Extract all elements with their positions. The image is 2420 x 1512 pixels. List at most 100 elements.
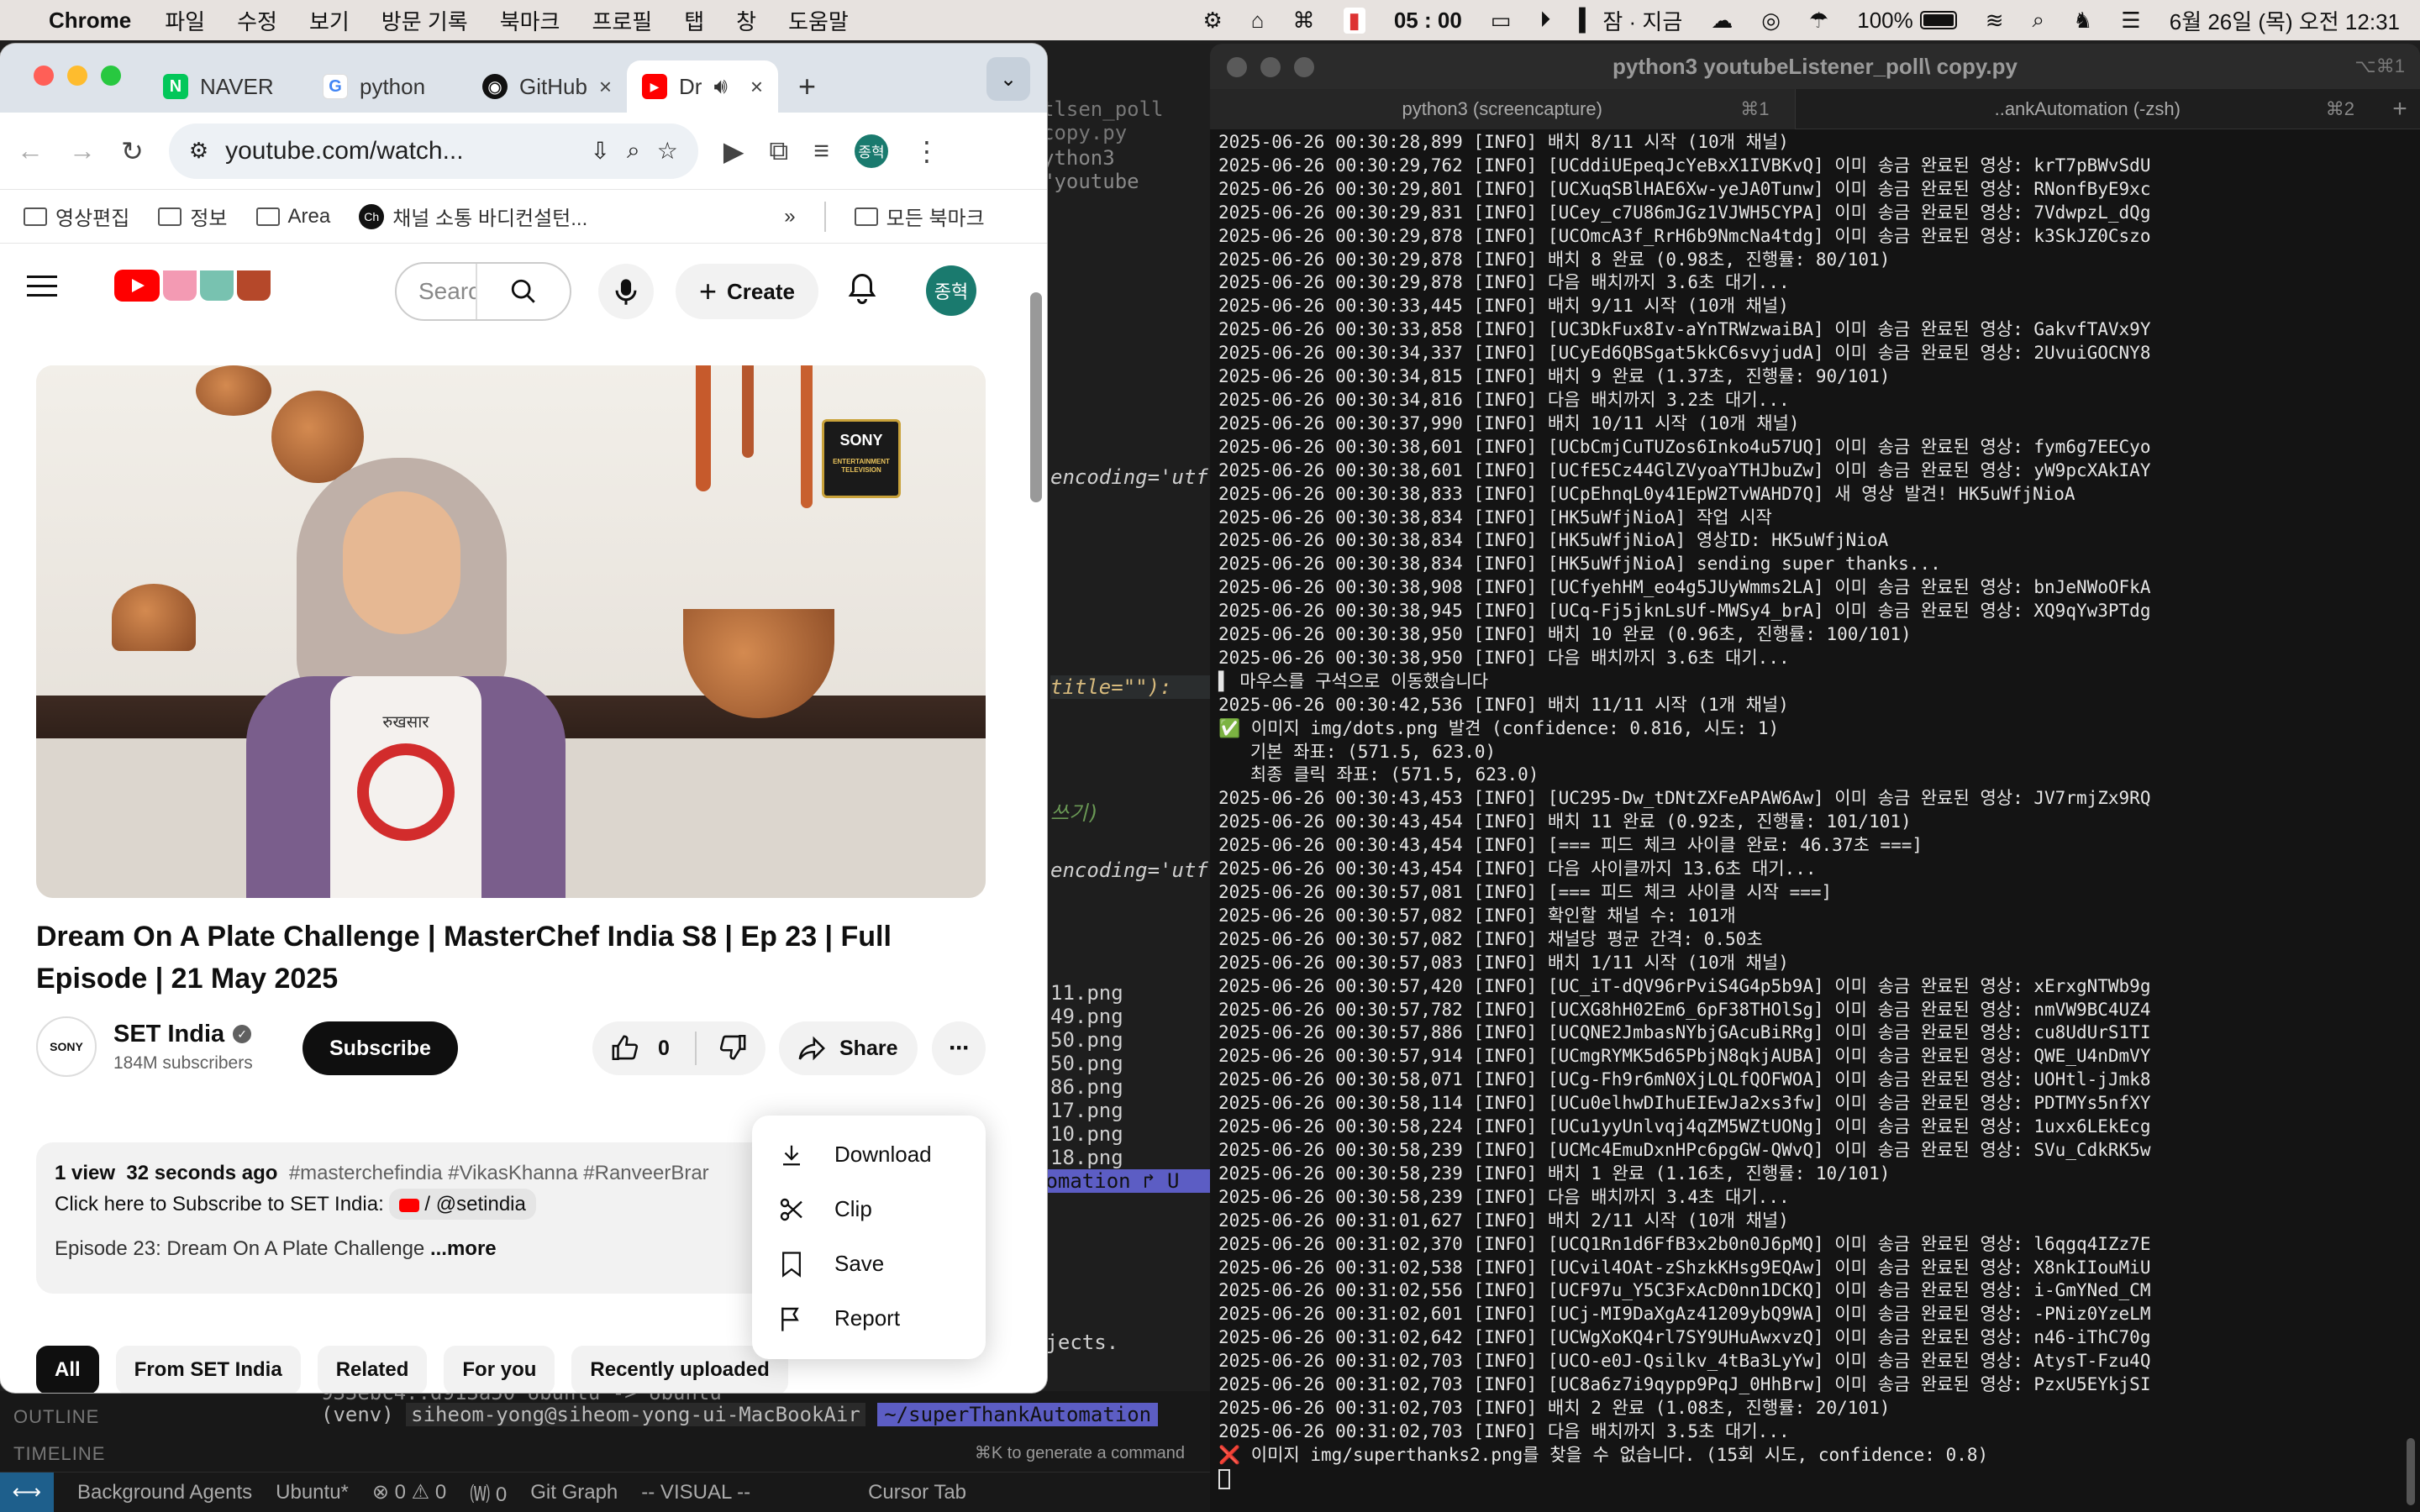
chip-for-you[interactable]: For you (444, 1346, 555, 1393)
menu-tab[interactable]: 탭 (684, 5, 704, 36)
terminal-prompt-line[interactable]: (venv) siheom-yong@siheom-yong-ui-MacBoo… (321, 1403, 1159, 1426)
search-input[interactable]: Search (397, 264, 477, 319)
close-tab-icon[interactable]: × (599, 74, 612, 100)
terminal-output[interactable]: 2025-06-26 00:30:28,899 [INFO] 배치 8/11 시… (1218, 131, 2412, 1491)
minimize-window-button[interactable] (67, 66, 87, 86)
notifications-button[interactable] (847, 272, 877, 310)
tab-github[interactable]: ◉ GitHub × (467, 60, 627, 113)
close-tab-icon[interactable]: × (750, 74, 763, 100)
menu-item-report[interactable]: Report (752, 1291, 986, 1346)
speaker-icon[interactable]: 🔊︎ (713, 73, 727, 100)
voice-search-button[interactable] (598, 264, 654, 319)
tab-search-button[interactable]: ⌄ (986, 57, 1030, 101)
chrome-menu-icon[interactable]: ⋮ (913, 135, 940, 167)
minimize-window-button[interactable] (1260, 57, 1281, 77)
search-button[interactable] (477, 277, 570, 306)
play-icon[interactable]: ⏵ (1539, 7, 1550, 34)
bookmark-folder[interactable]: Area (255, 205, 330, 228)
terminal-tab[interactable]: ..ankAutomation (-zsh) ⌘2 (1794, 88, 2381, 129)
menu-file[interactable]: 파일 (165, 5, 205, 36)
battery-status[interactable]: 100% (1857, 8, 1957, 34)
back-icon[interactable]: ← (17, 135, 44, 166)
chip-from-channel[interactable]: From SET India (115, 1346, 301, 1393)
bookmark-folder[interactable]: 정보 (158, 202, 228, 231)
extensions-icon[interactable]: ⧉ (769, 135, 788, 167)
more-bookmarks-icon[interactable]: » (784, 205, 795, 228)
new-tab-button[interactable]: + (798, 60, 816, 113)
bookmark-link[interactable]: Ch 채널 소통 바디컨설턴... (359, 202, 587, 231)
share-button[interactable]: Share (779, 1021, 918, 1075)
spotlight-icon[interactable]: ⌕ (2033, 7, 2045, 34)
status-branch[interactable]: Ubuntu* (276, 1481, 349, 1504)
terminal-scrollbar[interactable] (2407, 1438, 2415, 1505)
wifi-icon[interactable]: ≋ (1986, 8, 2004, 34)
airdrop-icon[interactable]: ◎ (1761, 8, 1781, 34)
chip-all[interactable]: All (36, 1346, 99, 1393)
chatgpt-icon[interactable]: ⚙ (1202, 8, 1222, 34)
close-window-button[interactable] (34, 66, 54, 86)
timeline-section[interactable]: TIMELINE (13, 1443, 105, 1465)
channel-handle-link[interactable]: / @setindia (388, 1189, 536, 1220)
reading-list-icon[interactable]: ≡ (813, 135, 829, 166)
bookmark-star-icon[interactable]: ☆ (657, 137, 678, 165)
status-item[interactable]: ▍ 잠 · 지금 (1579, 5, 1682, 36)
account-avatar[interactable]: 종혁 (926, 265, 976, 316)
runcat-icon[interactable]: ♞ (2073, 8, 2092, 34)
zoom-window-button[interactable] (101, 66, 121, 86)
remote-icon[interactable]: ⟷ (0, 1472, 54, 1512)
menu-history[interactable]: 방문 기록 (381, 5, 468, 36)
address-bar[interactable]: ⚙ youtube.com/watch... ⇩ ⌕ ☆ (168, 123, 698, 179)
status-problems[interactable]: ⊗ 0 ⚠ 0 (372, 1480, 446, 1504)
dislike-button[interactable] (697, 1032, 747, 1065)
status-ports[interactable]: 🄦 0 (470, 1478, 507, 1507)
window-icon[interactable]: ▭ (1491, 8, 1512, 34)
wireless-icon[interactable]: ⌂ (1251, 8, 1265, 34)
page-scrollbar[interactable] (1030, 292, 1042, 502)
clock-text[interactable]: 6월 26일 (목) 오전 12:31 (2170, 5, 2400, 36)
tab-naver[interactable]: N NAVER (148, 60, 308, 113)
subscribe-button[interactable]: Subscribe (302, 1021, 458, 1075)
channel-name[interactable]: SET India (113, 1021, 224, 1048)
site-info-icon[interactable]: ⚙ (189, 138, 208, 164)
status-cursor-tab[interactable]: Cursor Tab (868, 1481, 966, 1504)
youtube-logo[interactable] (114, 270, 271, 302)
control-center-icon[interactable]: ☰ (2121, 8, 2140, 34)
tab-youtube[interactable]: ▶ Dr 🔊︎ × (627, 60, 778, 113)
more-actions-button[interactable]: ··· (932, 1021, 986, 1075)
channel-avatar[interactable]: SONY (36, 1016, 97, 1077)
reload-icon[interactable]: ↻ (121, 135, 144, 167)
zoom-window-button[interactable] (1294, 57, 1314, 77)
menu-window[interactable]: 창 (736, 5, 756, 36)
menu-profiles[interactable]: 프로필 (592, 5, 652, 36)
menu-item-clip[interactable]: Clip (752, 1182, 986, 1236)
profile-avatar[interactable]: 종혁 (854, 134, 888, 168)
timer-text[interactable]: 05 : 00 (1394, 8, 1462, 34)
hashtags[interactable]: #masterchefindia #VikasKhanna #RanveerBr… (289, 1162, 709, 1184)
status-git-graph[interactable]: Git Graph (530, 1481, 618, 1504)
tab-google[interactable]: G python (308, 60, 467, 113)
menu-edit[interactable]: 수정 (237, 5, 277, 36)
install-app-icon[interactable]: ⇩ (591, 137, 610, 165)
video-player[interactable]: रुखसार SONY ENTERTAINMENT TELEVISION (36, 365, 986, 898)
weather-icon[interactable]: ☂ (1809, 8, 1828, 34)
show-more-link[interactable]: ...more (430, 1237, 497, 1260)
create-button[interactable]: + Create (676, 264, 818, 319)
menu-bookmarks[interactable]: 북마크 (500, 5, 560, 36)
like-button[interactable]: 0 (592, 1032, 697, 1065)
menu-app-name[interactable]: Chrome (49, 8, 131, 34)
menu-help[interactable]: 도움말 (788, 5, 849, 36)
forward-icon[interactable]: → (69, 135, 96, 166)
zoom-icon[interactable]: ⌕ (627, 137, 640, 165)
chip-related[interactable]: Related (317, 1346, 428, 1393)
media-play-icon[interactable]: ▶ (723, 135, 744, 167)
menu-item-download[interactable]: Download (752, 1127, 986, 1182)
terminal-tab[interactable]: python3 (screencapture) ⌘1 (1210, 88, 1795, 129)
status-background-agents[interactable]: Background Agents (77, 1481, 252, 1504)
menu-item-save[interactable]: Save (752, 1236, 986, 1291)
bookmark-folder[interactable]: 영상편집 (24, 202, 129, 231)
close-window-button[interactable] (1227, 57, 1247, 77)
hamburger-menu-icon[interactable] (27, 275, 57, 297)
all-bookmarks[interactable]: 모든 북마크 (854, 202, 985, 231)
new-terminal-tab-button[interactable]: + (2380, 95, 2420, 123)
outline-section[interactable]: OUTLINE (13, 1406, 99, 1428)
